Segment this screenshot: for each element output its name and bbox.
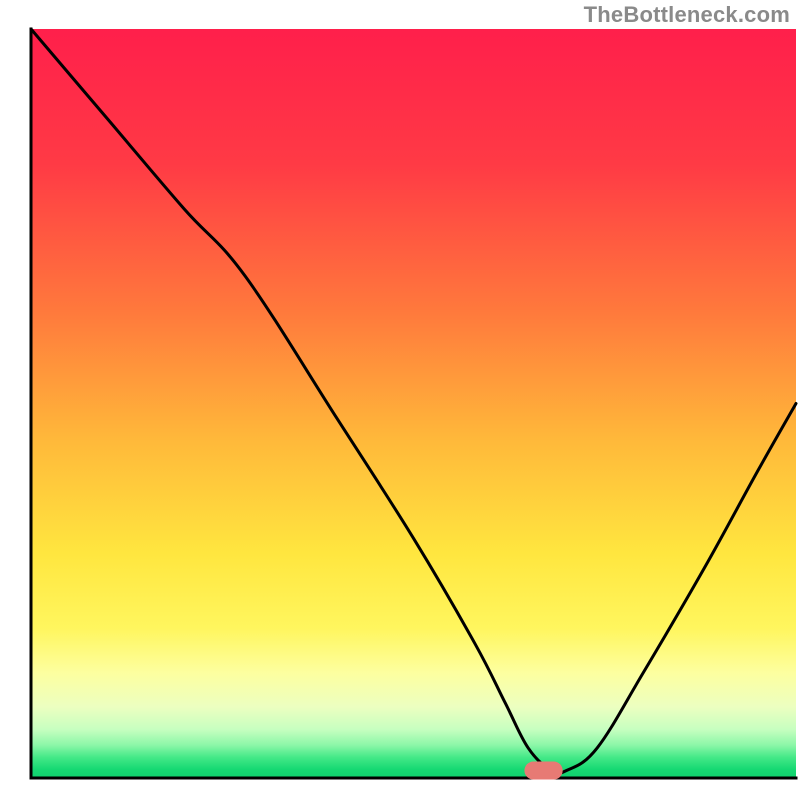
plot-background	[31, 29, 796, 778]
bottleneck-chart	[0, 0, 800, 800]
recommended-marker	[524, 762, 562, 780]
watermark-label: TheBottleneck.com	[584, 2, 790, 28]
chart-canvas: TheBottleneck.com	[0, 0, 800, 800]
